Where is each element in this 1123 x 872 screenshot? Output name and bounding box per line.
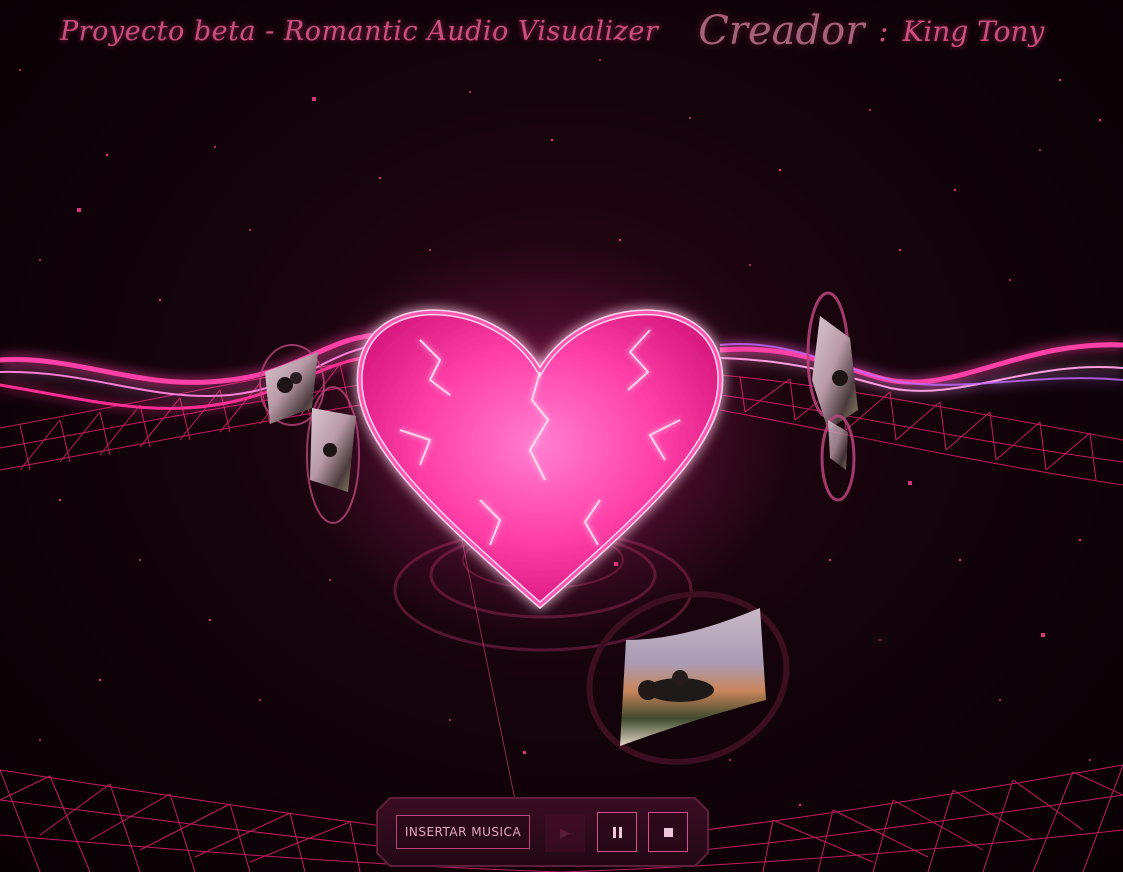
play-button[interactable]: ▶ bbox=[545, 814, 585, 852]
stop-icon bbox=[663, 827, 673, 837]
creator-label: Creador bbox=[698, 8, 865, 54]
visualizer-stage: Proyecto beta - Romantic Audio Visualize… bbox=[0, 0, 1123, 872]
pause-button[interactable] bbox=[597, 812, 637, 852]
insert-music-button[interactable]: INSERTAR MUSICA bbox=[396, 815, 530, 849]
page-title: Proyecto beta - Romantic Audio Visualize… bbox=[60, 15, 659, 47]
glowing-heart bbox=[290, 240, 790, 640]
pause-icon bbox=[612, 826, 622, 838]
header: Proyecto beta - Romantic Audio Visualize… bbox=[46, 6, 1046, 56]
creator-name: King Tony bbox=[902, 14, 1045, 48]
photo-card bbox=[806, 291, 858, 430]
visualizer-canvas bbox=[0, 59, 1123, 872]
play-icon: ▶ bbox=[560, 825, 570, 841]
stop-button[interactable] bbox=[648, 812, 688, 852]
creator-separator: : bbox=[878, 13, 889, 49]
photo-card bbox=[820, 414, 856, 502]
